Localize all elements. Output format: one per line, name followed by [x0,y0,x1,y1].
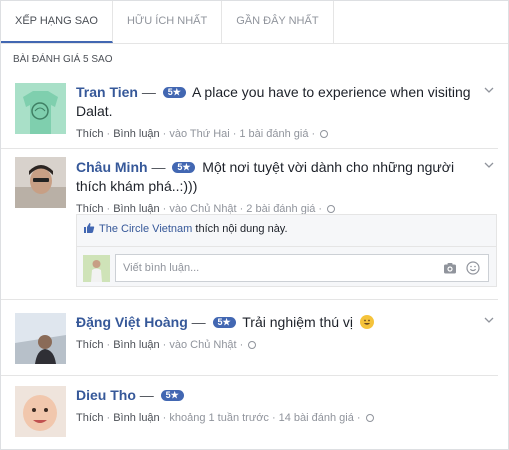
liker-page-link[interactable]: The Circle Vietnam [99,223,192,235]
reviewer-name[interactable]: Châu Minh [76,159,148,175]
rating-badge: 5★ [172,162,196,173]
camera-icon[interactable] [443,261,457,275]
like-summary: The Circle Vietnam thích nội dung này. [83,221,288,237]
section-label: Bài đánh giá 5 sao [13,54,113,65]
person-photo-avatar[interactable] [15,157,66,208]
comment-input[interactable] [115,254,489,282]
emoji-icon[interactable] [466,261,480,275]
divider [1,375,498,376]
chevron-down-icon[interactable] [484,160,494,170]
person-outdoor-avatar[interactable] [15,313,66,364]
divider [1,299,498,300]
baby-photo-avatar[interactable] [15,386,66,437]
reviewer-name[interactable]: Tran Tien [76,84,138,100]
sort-tabs: Xếp hạng sao Hữu ích nhất Gần đây nhất [1,1,508,44]
comment-link[interactable]: Bình luận [113,412,159,424]
tab-star-rating[interactable]: Xếp hạng sao [1,1,113,43]
divider [1,148,498,149]
chevron-down-icon[interactable] [484,315,494,325]
comment-composer [77,246,496,288]
globe-icon [365,414,374,422]
review-text: Trải nghiệm thú vị [242,314,354,330]
like-link[interactable]: Thích [76,412,104,424]
globe-icon [320,130,329,138]
reviewer-name[interactable]: Đặng Việt Hoàng [76,314,188,330]
review-meta: Thích · Bình luận · vào Thứ Hai · 1 bài đánh g… [76,127,478,141]
review-meta: Thích · Bình luận · vào Chủ Nhật · [76,338,478,352]
comment-link[interactable]: Bình luận [113,339,159,351]
rating-badge: 5★ [160,390,184,401]
globe-icon [327,205,336,213]
timestamp[interactable]: khoảng 1 tuần trước [169,412,269,424]
timestamp[interactable]: vào Chủ Nhật [169,339,236,351]
current-user-avatar [83,255,110,282]
globe-icon [248,341,257,349]
timestamp[interactable]: vào Thứ Hai [169,128,229,140]
tab-most-helpful[interactable]: Hữu ích nhất [113,1,223,43]
like-link[interactable]: Thích [76,339,104,351]
chevron-down-icon[interactable] [484,85,494,95]
reviewer-name[interactable]: Dieu Tho [76,387,136,403]
rating-badge: 5★ [162,87,186,98]
reviews-panel: Xếp hạng sao Hữu ích nhất Gần đây nhất B… [0,0,509,450]
review-count[interactable]: 1 bài đánh giá [239,128,308,140]
rating-badge: 5★ [212,317,236,328]
green-tshirt-avatar[interactable] [15,83,66,134]
tab-most-recent[interactable]: Gần đây nhất [222,1,334,43]
like-suffix: thích nội dung này. [195,223,288,235]
review-count[interactable]: 14 bài đánh giá [279,412,354,424]
thumbs-up-icon [84,223,95,233]
like-link[interactable]: Thích [76,128,104,140]
comment-section: The Circle Vietnam thích nội dung này. [76,214,497,287]
comment-link[interactable]: Bình luận [113,128,159,140]
review-meta: Thích · Bình luận · khoảng 1 tuần trước · 14 b… [76,411,478,425]
grin-emoji-icon [359,315,374,329]
